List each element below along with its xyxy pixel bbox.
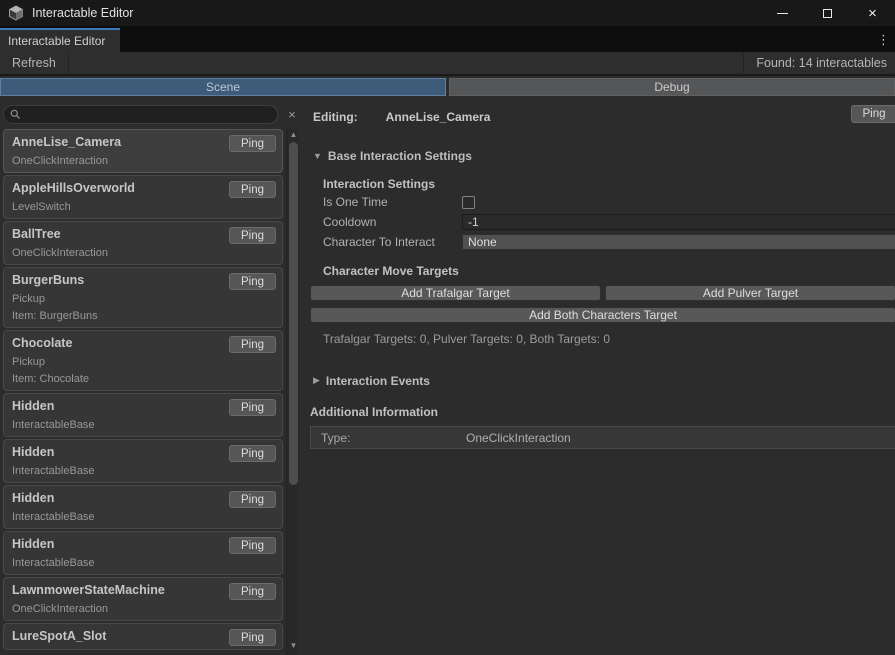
- list-item[interactable]: BallTreePingOneClickInteraction: [3, 221, 283, 265]
- list-scrollbar[interactable]: ▲ ▼: [286, 127, 299, 655]
- ping-button[interactable]: Ping: [229, 273, 276, 290]
- add-pulver-target-button[interactable]: Add Pulver Target: [605, 285, 895, 301]
- tab-debug[interactable]: Debug: [449, 78, 895, 96]
- interaction-events-foldout-label: Interaction Events: [326, 374, 430, 388]
- maximize-icon: [823, 9, 832, 18]
- scrollbar-thumb[interactable]: [289, 142, 298, 485]
- editor-tab-strip: Interactable Editor ⋮: [0, 26, 895, 52]
- character-to-interact-label: Character To Interact: [323, 235, 462, 249]
- minimize-icon: [777, 13, 788, 14]
- minimize-button[interactable]: [760, 0, 805, 26]
- toolbar: Refresh Found: 14 interactables: [0, 52, 895, 76]
- cooldown-input[interactable]: -1: [462, 214, 895, 230]
- cooldown-label: Cooldown: [323, 215, 462, 229]
- targets-summary: Trafalgar Targets: 0, Pulver Targets: 0,…: [323, 332, 895, 346]
- item-detail: InteractableBase: [12, 511, 274, 523]
- inspector-panel: Editing: AnneLise_Camera Ping ▼ Base Int…: [300, 96, 895, 655]
- ping-button[interactable]: Ping: [851, 105, 895, 123]
- interaction-settings-header: Interaction Settings: [323, 177, 895, 192]
- mode-tabs: Scene Debug: [0, 78, 895, 96]
- ping-button[interactable]: Ping: [229, 336, 276, 353]
- item-detail: Pickup: [12, 293, 274, 305]
- cooldown-row: Cooldown -1: [323, 212, 895, 232]
- unity-cube-icon: [8, 5, 24, 21]
- item-detail: InteractableBase: [12, 465, 274, 477]
- ping-button[interactable]: Ping: [229, 181, 276, 198]
- found-count-label: Found: 14 interactables: [743, 52, 895, 74]
- ping-button[interactable]: Ping: [229, 583, 276, 600]
- ping-button[interactable]: Ping: [229, 135, 276, 152]
- item-detail: Item: Chocolate: [12, 373, 274, 385]
- list-item[interactable]: LawnmowerStateMachinePingOneClickInterac…: [3, 577, 283, 621]
- search-clear-button[interactable]: ×: [284, 107, 300, 122]
- foldout-open-triangle-icon: ▼: [313, 151, 322, 161]
- window-title: Interactable Editor: [32, 6, 133, 20]
- editing-target-name: AnneLise_Camera: [386, 110, 491, 124]
- item-detail: InteractableBase: [12, 419, 274, 431]
- close-icon: ×: [868, 6, 877, 21]
- item-detail: OneClickInteraction: [12, 155, 274, 167]
- move-targets-header: Character Move Targets: [323, 264, 895, 279]
- tab-menu-kebab-icon[interactable]: ⋮: [877, 32, 890, 48]
- is-one-time-label: Is One Time: [323, 195, 462, 209]
- refresh-button[interactable]: Refresh: [0, 52, 69, 74]
- item-detail: Item: BurgerBuns: [12, 310, 274, 322]
- base-settings-foldout-label: Base Interaction Settings: [328, 149, 472, 163]
- list-item[interactable]: ChocolatePingPickupItem: Chocolate: [3, 330, 283, 391]
- ping-button[interactable]: Ping: [229, 445, 276, 462]
- item-detail: LevelSwitch: [12, 201, 274, 213]
- close-button[interactable]: ×: [850, 0, 895, 26]
- scroll-up-icon[interactable]: ▲: [287, 128, 300, 141]
- window-title-bar: Interactable Editor ×: [0, 0, 895, 26]
- tab-interactable-editor[interactable]: Interactable Editor: [0, 28, 120, 52]
- character-to-interact-dropdown[interactable]: None ▼: [462, 234, 895, 250]
- scroll-down-icon[interactable]: ▼: [287, 639, 300, 652]
- foldout-closed-triangle-icon: ▶: [313, 375, 320, 386]
- list-item[interactable]: HiddenPingInteractableBase: [3, 485, 283, 529]
- list-item[interactable]: AnneLise_CameraPingOneClickInteraction: [3, 129, 283, 173]
- is-one-time-row: Is One Time: [323, 192, 895, 212]
- ping-button[interactable]: Ping: [229, 227, 276, 244]
- dropdown-selected-value: None: [468, 235, 497, 249]
- item-detail: OneClickInteraction: [12, 603, 274, 615]
- editing-header: Editing: AnneLise_Camera Ping: [313, 107, 895, 127]
- editing-label: Editing:: [313, 110, 358, 124]
- add-both-characters-target-button[interactable]: Add Both Characters Target: [310, 307, 895, 323]
- search-row: ×: [3, 104, 300, 124]
- type-label: Type:: [321, 431, 350, 445]
- item-detail: Pickup: [12, 356, 274, 368]
- list-item[interactable]: HiddenPingInteractableBase: [3, 531, 283, 575]
- character-to-interact-row: Character To Interact None ▼: [323, 232, 895, 252]
- ping-button[interactable]: Ping: [229, 491, 276, 508]
- type-value: OneClickInteraction: [466, 431, 571, 445]
- ping-button[interactable]: Ping: [229, 399, 276, 416]
- list-item[interactable]: AppleHillsOverworldPingLevelSwitch: [3, 175, 283, 219]
- maximize-button[interactable]: [805, 0, 850, 26]
- interactable-list: AnneLise_CameraPingOneClickInteractionAp…: [3, 129, 283, 650]
- base-settings-foldout[interactable]: ▼ Base Interaction Settings: [313, 148, 895, 163]
- scene-list-panel: × AnneLise_CameraPingOneClickInteraction…: [0, 96, 300, 655]
- list-item[interactable]: LureSpotA_SlotPing: [3, 623, 283, 650]
- item-detail: OneClickInteraction: [12, 247, 274, 259]
- type-info-row: Type: OneClickInteraction: [310, 426, 895, 449]
- is-one-time-checkbox[interactable]: [462, 196, 475, 209]
- search-field[interactable]: [3, 105, 278, 124]
- ping-button[interactable]: Ping: [229, 537, 276, 554]
- add-trafalgar-target-button[interactable]: Add Trafalgar Target: [310, 285, 601, 301]
- search-icon: [10, 109, 21, 120]
- additional-information-header: Additional Information: [310, 405, 895, 420]
- list-item[interactable]: BurgerBunsPingPickupItem: BurgerBuns: [3, 267, 283, 328]
- ping-button[interactable]: Ping: [229, 629, 276, 646]
- list-item[interactable]: HiddenPingInteractableBase: [3, 393, 283, 437]
- interaction-events-foldout[interactable]: ▶ Interaction Events: [313, 373, 895, 388]
- list-item[interactable]: HiddenPingInteractableBase: [3, 439, 283, 483]
- item-detail: InteractableBase: [12, 557, 274, 569]
- search-input[interactable]: [25, 107, 271, 121]
- tab-scene[interactable]: Scene: [0, 78, 446, 96]
